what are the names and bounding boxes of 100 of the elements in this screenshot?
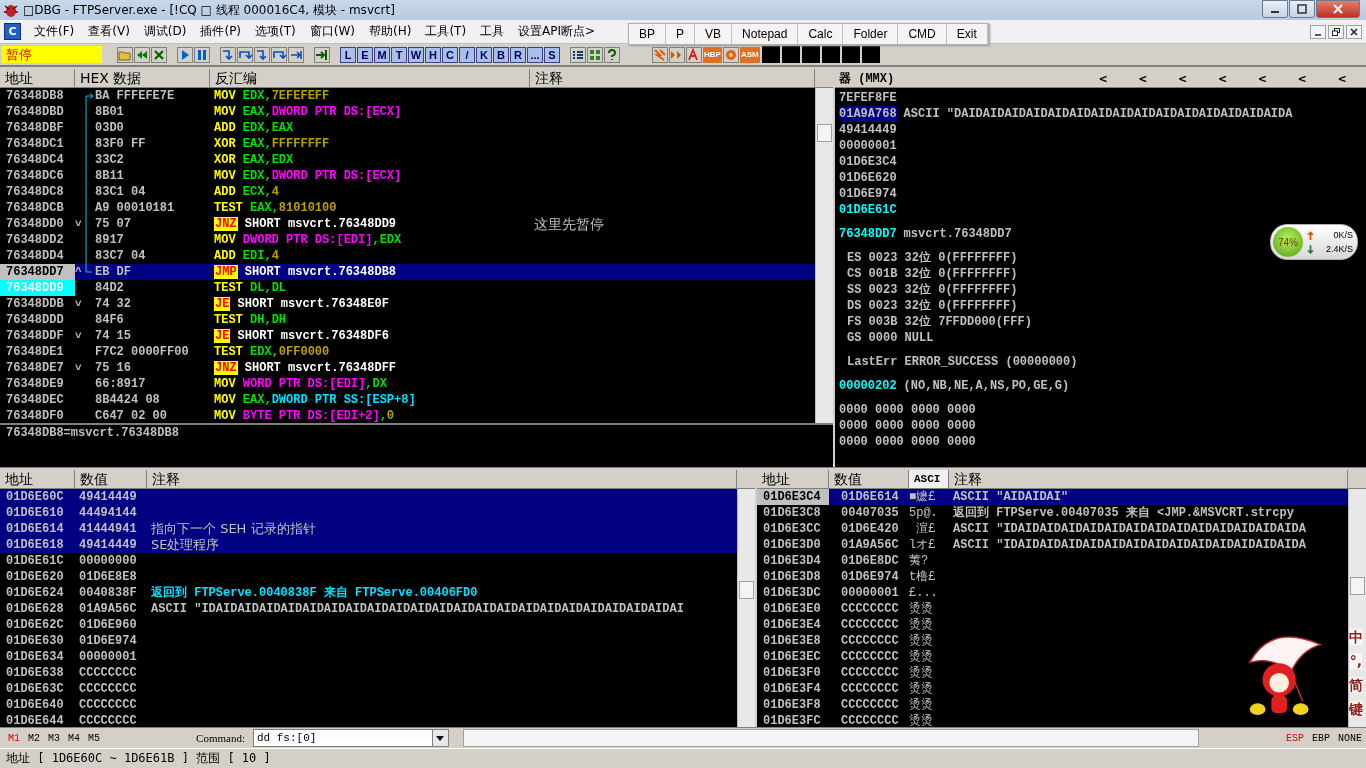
stack-row[interactable]: 01D6E3D4 01D6E8DC 荑?	[757, 553, 1348, 569]
nav-button[interactable]: <	[1133, 70, 1153, 86]
stack-row[interactable]: 01D6E3E8 CCCCCCCC 烫烫	[757, 633, 1348, 649]
disasm-row[interactable]: 76348DF0 C647 02 00 MOV BYTE PTR DS:[EDI+2],0	[0, 408, 815, 423]
menu-item[interactable]: 工具(T)	[418, 23, 474, 40]
dump-row[interactable]: 01D6E624 0040838F 返回到 FTPServe.0040838F 来自 FTPServe.00406FD0	[0, 585, 737, 601]
scrollbar[interactable]	[737, 489, 755, 727]
dump-tab[interactable]: M5	[84, 732, 105, 744]
toolbar-button[interactable]: T	[391, 46, 407, 63]
dump-tab[interactable]: M3	[44, 732, 65, 744]
menu-item[interactable]: 窗口(W)	[302, 23, 362, 40]
disasm-row[interactable]: 76348DC6 8B11 MOV EDX,DWORD PTR DS:[ECX]	[0, 168, 815, 184]
register-value[interactable]: ES 0023 32位 0(FFFFFFFF)	[839, 250, 1018, 266]
goto-icon[interactable]	[314, 46, 330, 63]
stack-row[interactable]: 01D6E3D8 01D6E974 t橹£	[757, 569, 1348, 585]
folder-icon[interactable]	[117, 46, 133, 63]
nav-button[interactable]: <	[1292, 70, 1313, 86]
ime-indicator[interactable]: 简	[1349, 677, 1363, 693]
minimize-button[interactable]	[1262, 0, 1288, 18]
stack-row[interactable]: 01D6E3E4 CCCCCCCC 烫烫	[757, 617, 1348, 633]
register-value[interactable]: 0000 0000 0000 0000	[839, 418, 976, 434]
stack-row[interactable]: 01D6E3E0 CCCCCCCC 烫烫	[757, 601, 1348, 617]
nav-button[interactable]: <	[1172, 70, 1193, 86]
dump-row[interactable]: 01D6E63C CCCCCCCC	[0, 681, 737, 697]
dump-row[interactable]: 01D6E634 00000001	[0, 649, 737, 665]
disasm-row[interactable]: 76348DC1 83F0 FF XOR EAX,FFFFFFFF	[0, 136, 815, 152]
toolbar-button[interactable]: Exit	[946, 24, 988, 44]
register-value[interactable]: SS 0023 32位 0(FFFFFFFF)	[839, 282, 1018, 298]
column-header[interactable]: ASCI	[909, 470, 949, 488]
trace-over-icon[interactable]	[271, 46, 287, 63]
register-value[interactable]: 76348DD7	[839, 226, 897, 242]
dump-row[interactable]: 01D6E618 49414449 SE处理程序	[0, 537, 737, 553]
menu-item[interactable]: 帮助(H)	[362, 23, 419, 40]
list-icon[interactable]	[570, 46, 586, 63]
toolbar-button[interactable]: R	[510, 46, 526, 63]
dump-row[interactable]: 01D6E620 01D6E8E8	[0, 569, 737, 585]
toolbar-button[interactable]: B	[493, 46, 509, 63]
step-into-icon[interactable]	[220, 46, 236, 63]
menu-item[interactable]: 查看(V)	[81, 23, 137, 40]
dump-row[interactable]: 01D6E640 CCCCCCCC	[0, 697, 737, 713]
menu-item[interactable]: 调试(D)	[136, 23, 194, 40]
restore-button[interactable]	[1328, 24, 1344, 39]
disasm-row[interactable]: 76348DC4 33C2 XOR EAX,EDX	[0, 152, 815, 168]
menu-item[interactable]: 选项(T)	[248, 23, 303, 40]
toolbar-button[interactable]: Calc	[798, 24, 844, 44]
column-header[interactable]: 地址	[0, 470, 75, 488]
dump-row[interactable]: 01D6E62C 01D6E960	[0, 617, 737, 633]
column-header[interactable]: 数值	[75, 470, 147, 488]
toolbar-button[interactable]: S	[544, 46, 560, 63]
lightning-icon[interactable]	[652, 46, 668, 63]
trace-into-icon[interactable]	[254, 46, 270, 63]
scrollbar[interactable]	[1348, 489, 1366, 727]
stack-row[interactable]: 01D6E3EC CCCCCCCC 烫烫	[757, 649, 1348, 665]
register-value[interactable]: FS 003B 32位 7FFDD000(FFF)	[839, 314, 1032, 330]
register-value[interactable]: 49414449	[839, 122, 897, 138]
column-header[interactable]: 注释	[530, 69, 815, 87]
register-value[interactable]: 0000 0000 0000 0000	[839, 402, 976, 418]
arrows-icon[interactable]	[669, 46, 685, 63]
nav-button[interactable]: <	[1332, 70, 1352, 86]
column-header[interactable]: 反汇编	[210, 69, 530, 87]
toolbar-button[interactable]: L	[340, 46, 356, 63]
column-header[interactable]: 注释	[147, 470, 737, 488]
stack-row[interactable]: 01D6E3F0 CCCCCCCC 烫烫	[757, 665, 1348, 681]
disasm-row[interactable]: 76348DDF ˅ 74 15 JE SHORT msvcrt.76348DF6	[0, 328, 815, 344]
step-over-icon[interactable]	[237, 46, 253, 63]
toolbar-button[interactable]: BP	[629, 24, 666, 44]
register-value[interactable]: 01D6E620	[839, 170, 897, 186]
stack-mode-tab[interactable]: NONE	[1334, 732, 1366, 744]
scrollbar[interactable]	[815, 88, 833, 423]
toolbar-button[interactable]: /	[459, 46, 475, 63]
dump-row[interactable]: 01D6E60C 49414449	[0, 489, 737, 505]
disasm-row[interactable]: 76348DDB ˅ 74 32 JE SHORT msvcrt.76348E0F	[0, 296, 815, 312]
register-value[interactable]: 01D6E3C4	[839, 154, 897, 170]
ime-indicator[interactable]: 中	[1349, 629, 1363, 645]
play-icon[interactable]	[177, 46, 193, 63]
disasm-row[interactable]: 76348DE1 F7C2 0000FF00 TEST EDX,0FF0000	[0, 344, 815, 360]
register-value[interactable]: CS 001B 32位 0(FFFFFFFF)	[839, 266, 1018, 282]
return-icon[interactable]	[288, 46, 304, 63]
nav-button[interactable]: <	[1212, 70, 1233, 86]
target-icon[interactable]	[722, 46, 739, 63]
close-button[interactable]	[1346, 24, 1362, 39]
toolbar-button[interactable]: Folder	[843, 24, 899, 44]
column-header[interactable]: 注释	[949, 470, 1348, 488]
stack-row[interactable]: 01D6E3F8 CCCCCCCC 烫烫	[757, 697, 1348, 713]
dump-tab[interactable]: M4	[64, 732, 85, 744]
maximize-button[interactable]	[1289, 0, 1315, 18]
stack-row[interactable]: 01D6E3D0 01A9A56C lオ£ ASCII "IDAIDAIDAIDAIDAIDAIDAIDAIDAIDAIDAIDAIDAIDA	[757, 537, 1348, 553]
disasm-row[interactable]: 76348DB8 BA FFFEFE7E MOV EDX,7EFEFEFF	[0, 88, 815, 104]
app-icon[interactable]: C	[4, 23, 21, 40]
disasm-row[interactable]: 76348DD7 ^ EB DF JMP SHORT msvcrt.76348DB8	[0, 264, 815, 280]
column-header[interactable]: 地址	[757, 470, 829, 488]
ime-indicator[interactable]: 键	[1349, 701, 1363, 717]
disasm-row[interactable]: 76348DD2 8917 MOV DWORD PTR DS:[EDI],EDX	[0, 232, 815, 248]
help-icon[interactable]	[604, 46, 620, 63]
toolbar-button[interactable]: CMD	[898, 24, 947, 44]
register-value[interactable]: 00000202	[839, 378, 897, 394]
disasm-row[interactable]: 76348DE7 ˅ 75 16 JNZ SHORT msvcrt.76348DFF	[0, 360, 815, 376]
register-value[interactable]: LastErr ERROR_SUCCESS (00000000)	[839, 354, 1078, 370]
stack-row[interactable]: 01D6E3C4 01D6E614 ■嬷£ ASCII "AIDAIDAI"	[757, 489, 1348, 505]
toolbar-button[interactable]: H	[425, 46, 441, 63]
